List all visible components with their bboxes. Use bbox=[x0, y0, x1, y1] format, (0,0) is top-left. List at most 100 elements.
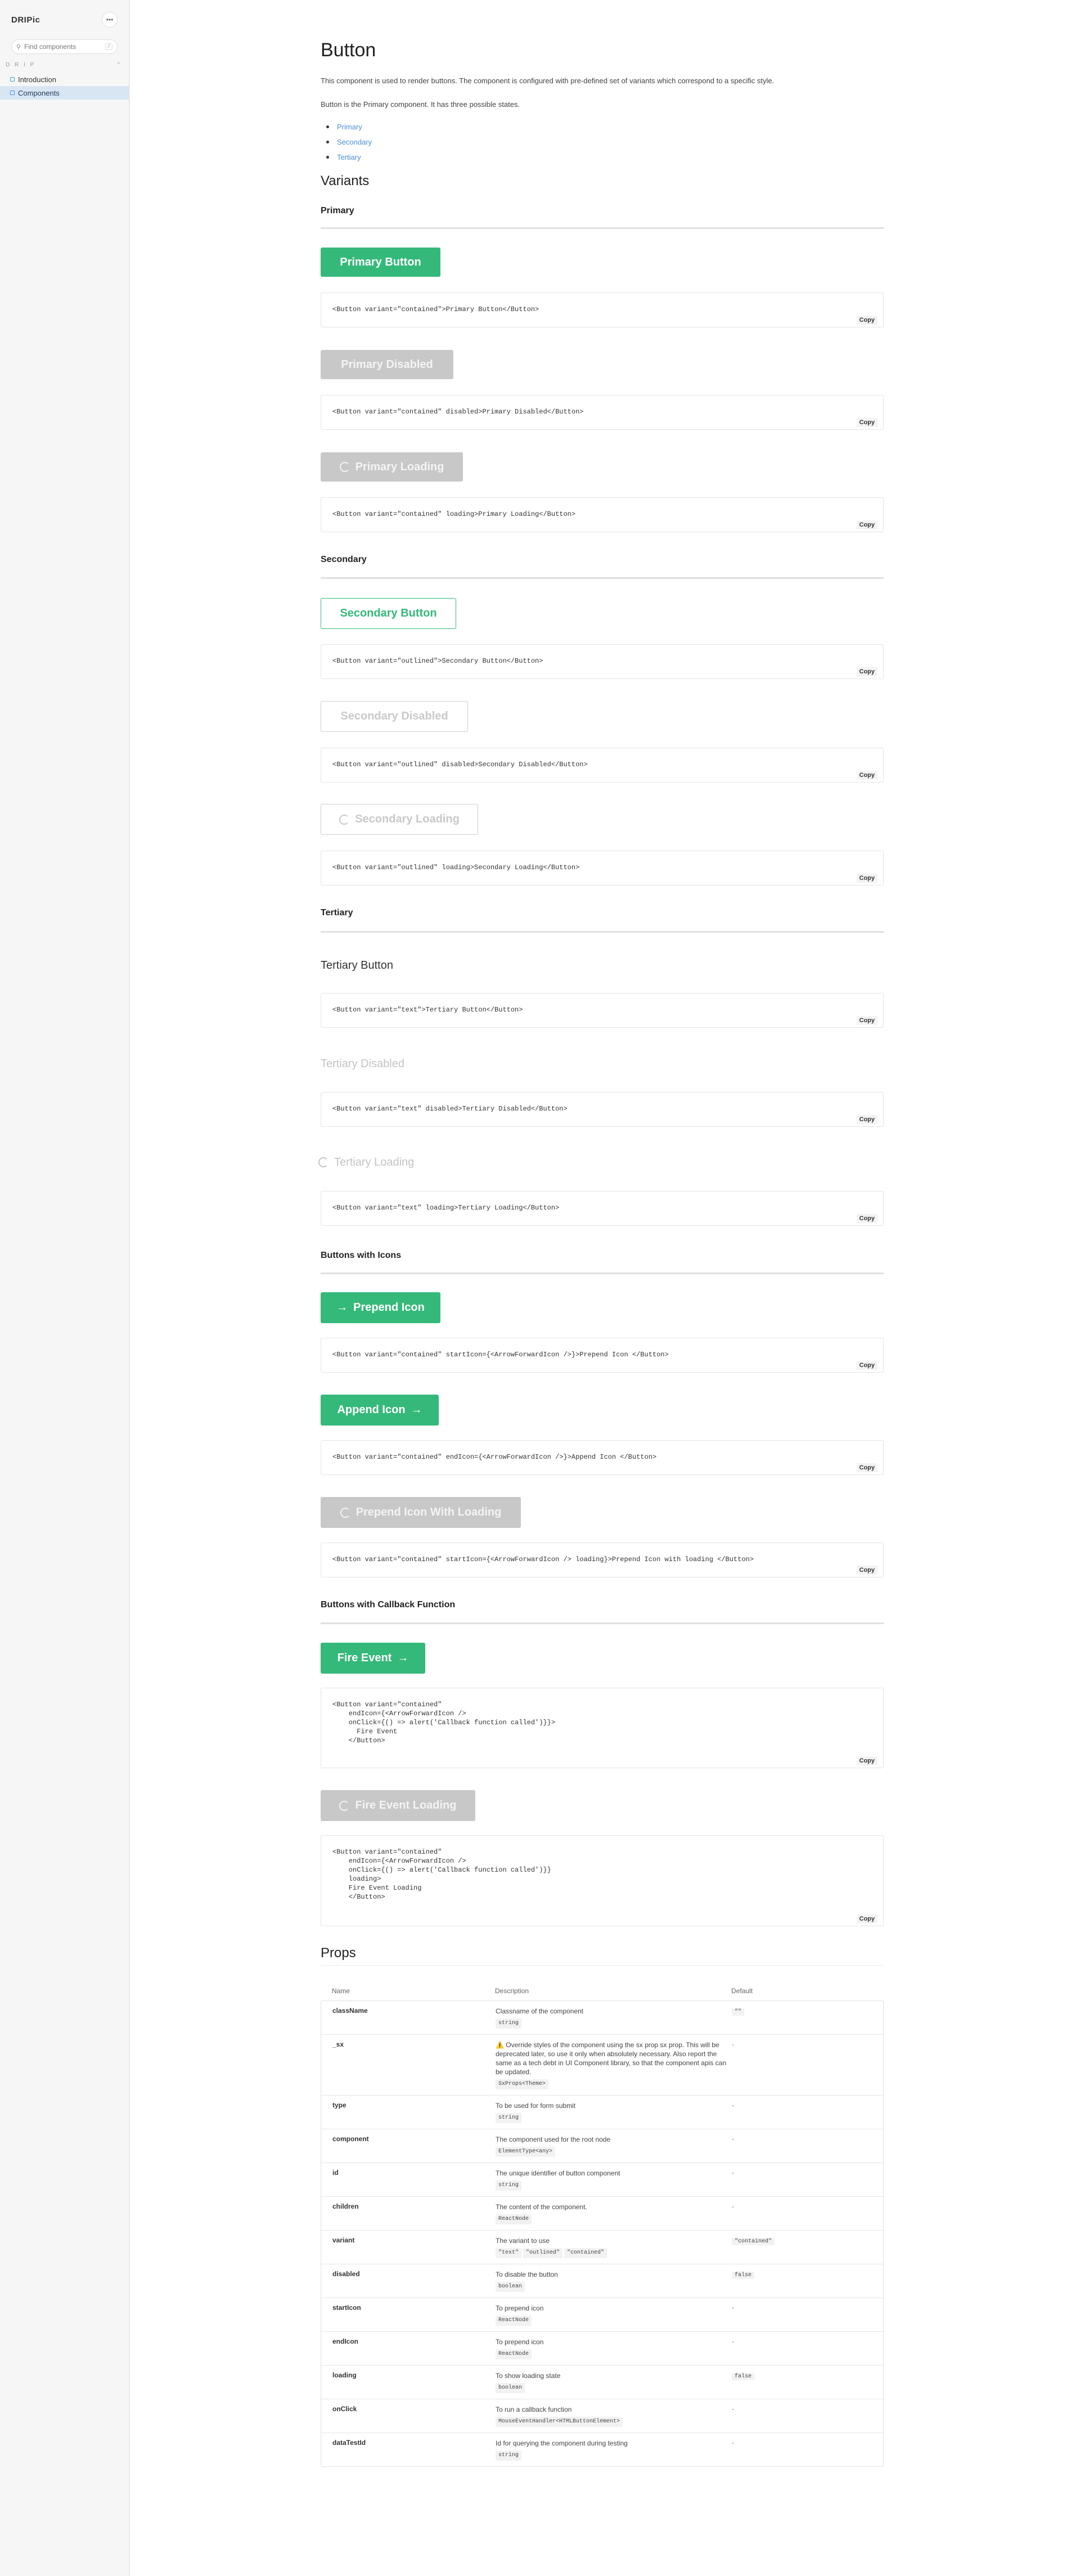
search-input[interactable] bbox=[24, 43, 102, 51]
chevron-up-icon[interactable]: ⌃ bbox=[116, 62, 121, 68]
section-callback: Buttons with Callback Function bbox=[321, 1600, 456, 1610]
prop-default-cell: - bbox=[728, 2202, 883, 2224]
search-icon: ⚲ bbox=[16, 43, 21, 51]
ellipsis-icon[interactable]: ••• bbox=[102, 12, 118, 28]
prop-type: ElementType<any> bbox=[496, 2147, 556, 2157]
code-tertiary: <Button variant="text">Tertiary Button</… bbox=[332, 1006, 523, 1014]
prop-type: string bbox=[496, 2181, 522, 2191]
code-primary-loading: <Button variant="contained" loading>Prim… bbox=[332, 510, 576, 518]
table-row: _sx ⚠️ Override styles of the component u… bbox=[321, 2035, 883, 2096]
prop-type: SxProps<Theme> bbox=[496, 2079, 549, 2089]
tertiary-button[interactable]: Tertiary Button bbox=[321, 954, 433, 977]
prepend-icon-button[interactable]: → Prepend Icon bbox=[321, 1292, 440, 1323]
divider bbox=[321, 227, 884, 229]
prop-description: To be used for form submit bbox=[496, 2102, 576, 2110]
primary-loading-button[interactable]: Primary Loading bbox=[321, 452, 463, 482]
prop-description: To run a callback function bbox=[496, 2406, 572, 2413]
copy-button[interactable]: Copy bbox=[856, 874, 878, 883]
prop-default: false bbox=[732, 2373, 755, 2380]
copy-button[interactable]: Copy bbox=[856, 1214, 878, 1223]
search-box[interactable]: ⚲ / bbox=[11, 39, 118, 54]
divider bbox=[321, 577, 884, 579]
variants-heading: Variants bbox=[321, 173, 370, 188]
divider bbox=[321, 931, 884, 933]
prop-description-cell: The variant to use "text" "outlined" "conta… bbox=[496, 2236, 728, 2258]
prop-type: MouseEventHandler<HTMLButtonElement> bbox=[496, 2417, 623, 2427]
prop-name: onClick bbox=[332, 2405, 357, 2413]
copy-button[interactable]: Copy bbox=[856, 1566, 878, 1575]
section-icons: Buttons with Icons bbox=[321, 1251, 402, 1260]
copy-button[interactable]: Copy bbox=[856, 1463, 878, 1472]
link-tertiary[interactable]: Tertiary bbox=[321, 150, 372, 165]
prop-type: string bbox=[496, 2018, 522, 2029]
code-block: <Button variant="outlined" disabled>Seco… bbox=[321, 748, 884, 783]
prop-name: dataTestId bbox=[332, 2439, 366, 2447]
sidebar-item-components[interactable]: Components bbox=[0, 86, 129, 100]
fire-event-loading-button[interactable]: Fire Event Loading bbox=[321, 1790, 475, 1821]
prop-name: className bbox=[332, 2007, 368, 2015]
prop-name: disabled bbox=[332, 2270, 360, 2278]
code-block: <Button variant="contained" startIcon={<… bbox=[321, 1338, 884, 1373]
code-block: <Button variant="contained" endIcon={<Ar… bbox=[321, 1440, 884, 1475]
brand-logo[interactable]: DRIPic bbox=[11, 15, 40, 25]
column-header: Default bbox=[731, 1987, 753, 1995]
column-header: Description bbox=[495, 1987, 529, 1995]
link-secondary[interactable]: Secondary bbox=[321, 134, 372, 150]
copy-button[interactable]: Copy bbox=[856, 771, 878, 780]
code-block: <Button variant="outlined">Secondary But… bbox=[321, 644, 884, 679]
code-block: <Button variant="text" loading>Tertiary … bbox=[321, 1191, 884, 1226]
link-primary[interactable]: Primary bbox=[321, 119, 372, 134]
copy-button[interactable]: Copy bbox=[856, 667, 878, 676]
prop-default-cell: - bbox=[728, 2101, 883, 2123]
prop-default-cell: - bbox=[728, 2040, 883, 2089]
prop-description: The component used for the root node bbox=[496, 2136, 611, 2143]
variant-links: Primary Secondary Tertiary bbox=[321, 119, 372, 165]
code-prepend: <Button variant="contained" startIcon={<… bbox=[332, 1351, 669, 1359]
code-block: <Button variant="contained" loading>Prim… bbox=[321, 497, 884, 532]
divider bbox=[321, 1622, 884, 1624]
code-primary-disabled: <Button variant="contained" disabled>Pri… bbox=[332, 408, 584, 416]
copy-button[interactable]: Copy bbox=[856, 1361, 878, 1370]
prop-description: The unique identifier of button componen… bbox=[496, 2169, 620, 2177]
prop-description: Id for querying the component during tes… bbox=[496, 2439, 628, 2447]
append-icon-button[interactable]: Append Icon → bbox=[321, 1395, 439, 1426]
secondary-button[interactable]: Secondary Button bbox=[321, 598, 456, 629]
code-fire-event: <Button variant="contained" endIcon={<Ar… bbox=[332, 1701, 556, 1745]
document-icon bbox=[10, 77, 15, 82]
prop-default: - bbox=[732, 2135, 734, 2143]
table-row: disabled To disable the button boolean fals… bbox=[321, 2264, 883, 2298]
prop-description-cell: ⚠️ Override styles of the component usin… bbox=[496, 2040, 728, 2089]
table-row: children The content of the component. Rea… bbox=[321, 2197, 883, 2231]
copy-button[interactable]: Copy bbox=[856, 1016, 878, 1025]
copy-button[interactable]: Copy bbox=[856, 1914, 878, 1923]
fire-event-button[interactable]: Fire Event → bbox=[321, 1643, 425, 1674]
divider bbox=[321, 1273, 884, 1274]
copy-button[interactable]: Copy bbox=[856, 1115, 878, 1124]
sidebar-item-introduction[interactable]: Introduction bbox=[0, 73, 129, 86]
prop-description: The content of the component. bbox=[496, 2203, 587, 2211]
prop-default-cell: - bbox=[728, 2304, 883, 2326]
primary-button[interactable]: Primary Button bbox=[321, 248, 440, 277]
copy-button[interactable]: Copy bbox=[856, 418, 878, 427]
primary-disabled-button[interactable]: Primary Disabled bbox=[321, 350, 453, 379]
code-block: <Button variant="contained">Primary Butt… bbox=[321, 293, 884, 327]
prop-description-cell: To be used for form submit string bbox=[496, 2101, 728, 2123]
code-block: <Button variant="contained" endIcon={<Ar… bbox=[321, 1835, 884, 1926]
prop-type: ReactNode bbox=[496, 2214, 532, 2224]
props-heading: Props bbox=[321, 1945, 356, 1961]
code-prepend-loading: <Button variant="contained" startIcon={<… bbox=[332, 1556, 754, 1563]
table-row: loading To show loading state boolean false bbox=[321, 2366, 883, 2399]
spinner-icon bbox=[339, 1800, 350, 1811]
prop-description-cell: To prepend icon ReactNode bbox=[496, 2337, 728, 2359]
prepend-loading-button[interactable]: Prepend Icon With Loading bbox=[321, 1497, 521, 1528]
sidebar-group[interactable]: D R I P ⌃ bbox=[0, 62, 129, 68]
secondary-disabled-button[interactable]: Secondary Disabled bbox=[321, 701, 468, 732]
copy-button[interactable]: Copy bbox=[856, 520, 878, 529]
tertiary-loading-button[interactable]: Tertiary Loading bbox=[318, 1151, 442, 1174]
secondary-loading-button[interactable]: Secondary Loading bbox=[321, 804, 478, 835]
tertiary-disabled-button[interactable]: Tertiary Disabled bbox=[321, 1053, 433, 1075]
prop-name: endIcon bbox=[332, 2337, 359, 2345]
copy-button[interactable]: Copy bbox=[856, 1756, 878, 1765]
prop-name: startIcon bbox=[332, 2304, 361, 2312]
copy-button[interactable]: Copy bbox=[856, 316, 878, 325]
